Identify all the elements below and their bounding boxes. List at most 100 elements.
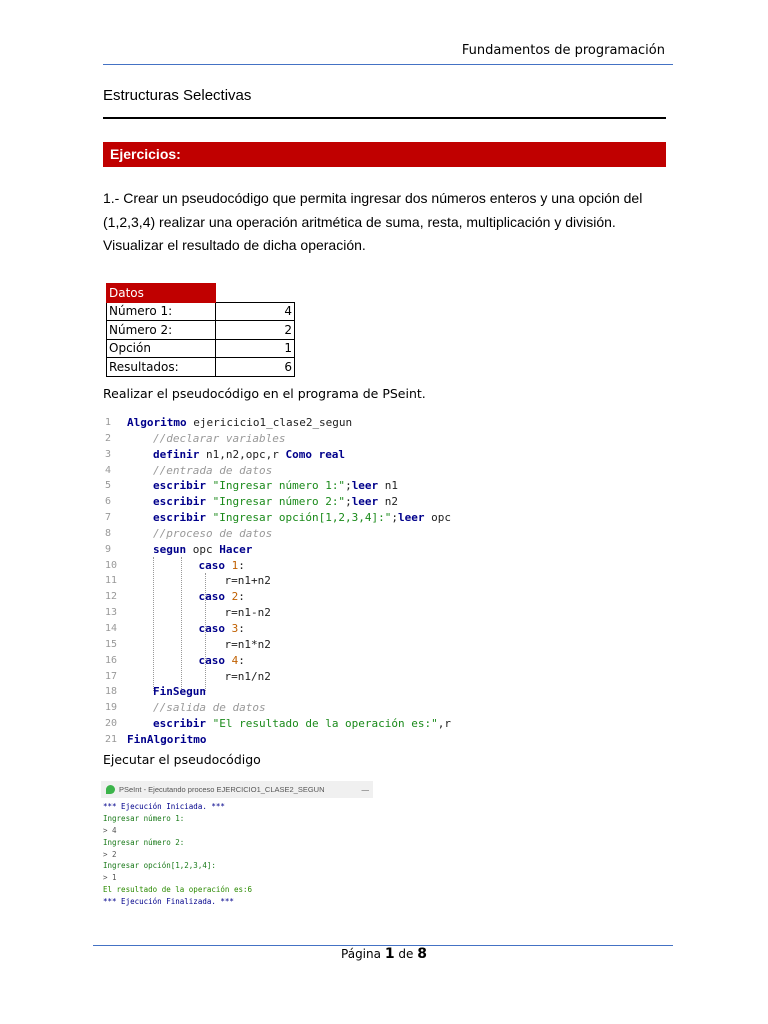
table-row: Número 1: 4: [106, 301, 295, 321]
console-line: > 4: [103, 825, 117, 835]
line-number: 3: [105, 448, 112, 460]
code-token: FinSegun: [153, 685, 206, 699]
table-row: Número 2: 2: [106, 320, 295, 340]
line-number: 4: [105, 464, 112, 476]
code-text: escribir "Ingresar número 2:";leer n2: [153, 494, 398, 510]
line-number: 18: [105, 686, 118, 698]
code-token: ;: [345, 479, 352, 493]
console-titlebar: PSeInt - Ejecutando proceso EJERCICIO1_C…: [101, 781, 373, 798]
code-token: n1,n2,opc,r: [199, 447, 286, 461]
code-token: ,r: [437, 717, 452, 731]
console-line: Ingresar opción[1,2,3,4]:: [103, 861, 216, 871]
code-text: FinSegun: [153, 684, 206, 700]
code-token: "Ingresar número 2:": [205, 495, 346, 509]
indent-guide: [153, 557, 154, 691]
console-line: Ingresar número 2:: [103, 837, 185, 847]
code-token: escribir: [153, 717, 206, 731]
pseint-logo-icon: [106, 785, 115, 794]
code-token: "El resultado de la operación es:": [205, 717, 438, 731]
console-title: PSeInt - Ejecutando proceso EJERCICIO1_C…: [119, 785, 325, 794]
table-row: Resultados: 6: [106, 357, 295, 377]
code-token: escribir: [153, 495, 206, 509]
code-token: 4: [225, 653, 239, 667]
line-number: 13: [105, 607, 118, 619]
row-label: Número 2:: [106, 320, 216, 340]
code-token: n1: [378, 479, 399, 493]
code-text: caso 4:: [199, 653, 245, 669]
console-line: > 2: [103, 849, 117, 859]
instruction-execute: Ejecutar el pseudocódigo: [103, 752, 261, 767]
document-page: Fundamentos de programación Estructuras …: [0, 0, 768, 1024]
line-number: 11: [105, 575, 118, 587]
table-header-row: Datos: [106, 283, 295, 303]
code-text: //salida de datos: [153, 700, 266, 716]
code-text: escribir "Ingresar número 1:";leer n1: [153, 478, 398, 494]
title-rule: [103, 117, 666, 119]
line-number: 21: [105, 733, 118, 745]
header-rule: [103, 64, 673, 65]
code-text: //declarar variables: [153, 431, 285, 447]
console-window: PSeInt - Ejecutando proceso EJERCICIO1_C…: [101, 781, 373, 908]
line-number: 19: [105, 702, 118, 714]
line-number: 10: [105, 559, 118, 571]
line-number: 15: [105, 638, 118, 650]
exercises-label: Ejercicios:: [110, 146, 181, 162]
code-token: 3: [225, 621, 239, 635]
code-text: escribir "Ingresar opción[1,2,3,4]:";lee…: [153, 510, 451, 526]
minimize-button[interactable]: —: [362, 781, 370, 798]
code-token: caso: [198, 558, 226, 572]
console-line: El resultado de la operación es:6: [103, 885, 253, 895]
code-token: :: [238, 653, 245, 667]
code-token: segun: [153, 542, 187, 556]
code-text: caso 2:: [199, 589, 245, 605]
code-token: :: [238, 621, 245, 635]
code-token: //proceso de datos: [153, 526, 273, 540]
code-text: definir n1,n2,opc,r Como real: [153, 447, 345, 463]
console-output: *** Ejecución Iniciada. *** Ingresar núme…: [101, 798, 373, 908]
code-token: FinAlgoritmo: [127, 732, 207, 746]
code-token: r=n1/n2: [224, 669, 271, 683]
line-number: 16: [105, 654, 118, 666]
code-token: caso: [198, 621, 226, 635]
code-token: "Ingresar opción[1,2,3,4]:": [205, 511, 392, 525]
line-number: 14: [105, 622, 118, 634]
code-token: caso: [198, 653, 226, 667]
code-token: leer: [398, 511, 425, 525]
code-token: leer: [351, 479, 379, 493]
running-header: Fundamentos de programación: [461, 43, 665, 58]
code-token: :: [238, 558, 245, 572]
code-token: definir: [153, 447, 200, 461]
line-number: 1: [105, 417, 112, 428]
code-text: //proceso de datos: [153, 526, 272, 542]
page-footer: Página 1 de 8: [341, 946, 427, 962]
console-line: Ingresar número 1:: [103, 813, 185, 823]
line-number: 17: [105, 670, 118, 682]
code-token: opc: [186, 542, 220, 556]
exercise-statement: 1.- Crear un pseudocódigo que permita in…: [103, 190, 643, 253]
row-value: 4: [215, 301, 295, 321]
line-number: 12: [105, 591, 118, 603]
row-value: 6: [215, 357, 295, 377]
line-number: 8: [105, 527, 112, 539]
row-label: Número 1:: [106, 301, 216, 321]
code-token: Algoritmo: [127, 416, 187, 429]
code-token: Hacer: [219, 542, 253, 556]
exercises-band: Ejercicios:: [103, 142, 666, 167]
code-text: Algoritmo ejericicio1_clase2_segun: [127, 415, 352, 431]
row-label: Opción: [106, 338, 216, 358]
line-number: 5: [105, 480, 112, 492]
code-token: "Ingresar número 1:": [205, 479, 346, 493]
instruction-pseint: Realizar el pseudocódigo en el programa …: [103, 386, 426, 401]
line-number: 6: [105, 496, 112, 508]
code-token: escribir: [153, 511, 206, 525]
section-title: Estructuras Selectivas: [103, 87, 252, 104]
code-token: 1: [225, 558, 239, 572]
code-text: r=n1+n2: [225, 573, 271, 589]
code-token: r=n1*n2: [224, 637, 271, 651]
code-token: r=n1+n2: [224, 574, 271, 588]
console-line: > 1: [103, 873, 117, 883]
code-token: n2: [378, 495, 399, 509]
code-token: //declarar variables: [153, 431, 286, 445]
code-text: caso 1:: [199, 558, 245, 574]
code-token: escribir: [153, 479, 206, 493]
